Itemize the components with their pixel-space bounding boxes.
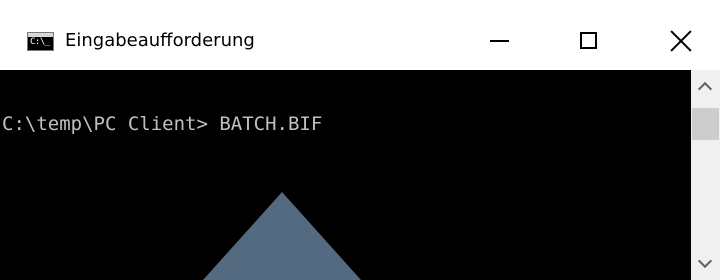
console-output[interactable]: C:\temp\PC Client> BATCH.BIF — [0, 70, 691, 280]
chevron-up-icon — [697, 81, 713, 97]
maximize-icon — [580, 32, 597, 49]
mouse-pointer-icon — [203, 192, 361, 280]
vertical-scrollbar[interactable] — [691, 70, 720, 280]
scroll-thumb[interactable] — [692, 108, 719, 140]
command-prompt-icon[interactable]: C:\_ — [27, 32, 54, 51]
window-title: Eingabeaufforderung — [65, 30, 255, 51]
minimize-button[interactable] — [454, 0, 544, 70]
icon-glyph-text: C:\_ — [30, 37, 50, 47]
scroll-down-button[interactable] — [691, 246, 720, 280]
command-prompt-window: C:\_ Eingabeaufforderung C:\temp\PC Clie… — [0, 0, 720, 280]
close-button[interactable] — [634, 0, 720, 70]
pointer-shape — [203, 192, 361, 280]
chevron-down-icon — [697, 253, 713, 269]
close-icon — [670, 30, 692, 52]
minimize-icon — [490, 40, 509, 42]
title-bar[interactable]: C:\_ Eingabeaufforderung — [0, 0, 720, 70]
maximize-button[interactable] — [544, 0, 634, 70]
scroll-up-button[interactable] — [691, 70, 720, 104]
